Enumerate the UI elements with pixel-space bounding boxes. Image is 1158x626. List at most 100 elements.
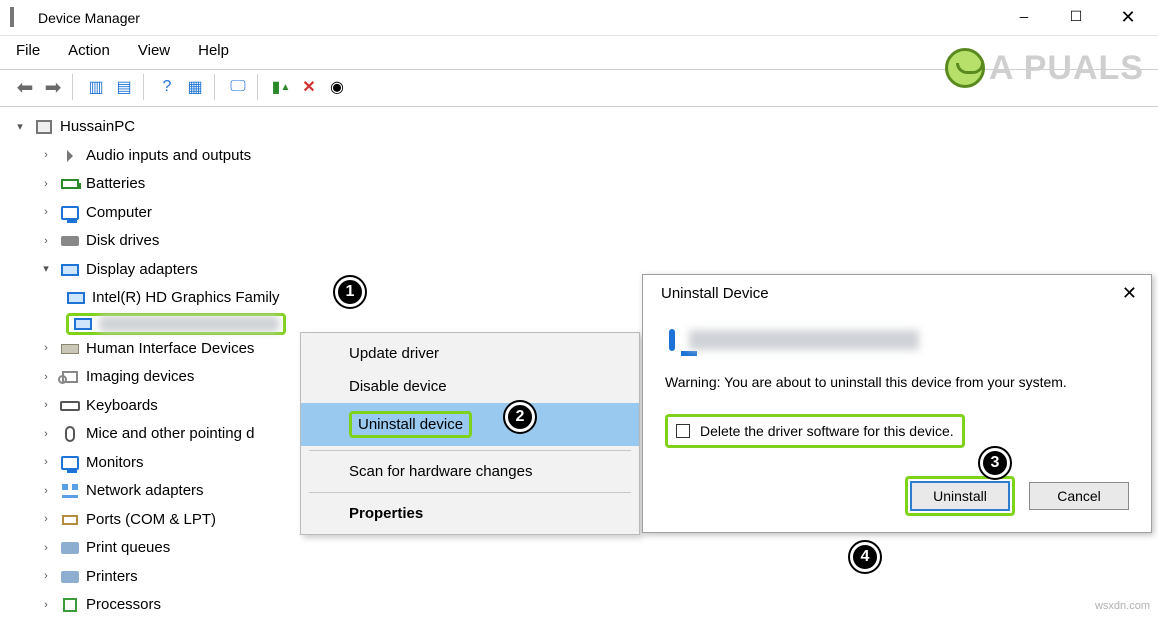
tree-label: Display adapters [86, 256, 198, 285]
chevron-right-icon[interactable]: › [38, 145, 54, 166]
redacted-device-name [689, 330, 919, 350]
nav-forward-button[interactable]: ➡ [40, 74, 66, 100]
ctx-uninstall-device[interactable]: Uninstall device [301, 403, 639, 446]
chevron-right-icon[interactable]: › [38, 566, 54, 587]
chevron-right-icon[interactable]: › [38, 481, 54, 502]
tree-item-print-queues[interactable]: › Print queues [4, 534, 1154, 563]
chevron-right-icon[interactable]: › [38, 367, 54, 388]
watermark-brand-text: A PUALS [989, 49, 1144, 88]
cancel-button[interactable]: Cancel [1029, 482, 1129, 510]
titlebar: Device Manager — ☐ ✕ [0, 0, 1158, 36]
menu-action[interactable]: Action [68, 42, 110, 59]
uninstall-device-button[interactable]: ✕ [296, 74, 322, 100]
tree-item-audio[interactable]: › Audio inputs and outputs [4, 142, 1154, 171]
window-title: Device Manager [38, 10, 998, 26]
tree-item-printers[interactable]: › Printers [4, 563, 1154, 592]
properties-pane-button[interactable]: ▤ [111, 74, 137, 100]
tree-item-computer[interactable]: › Computer [4, 199, 1154, 228]
camera-icon [60, 369, 80, 385]
dialog-titlebar: Uninstall Device ✕ [643, 275, 1151, 310]
ctx-properties[interactable]: Properties [301, 497, 639, 530]
chevron-right-icon[interactable]: › [38, 174, 54, 195]
chevron-right-icon[interactable]: › [38, 424, 54, 445]
tree-label: Printers [86, 563, 138, 592]
mouse-icon [60, 426, 80, 442]
battery-icon [60, 176, 80, 192]
port-icon [60, 512, 80, 528]
chevron-down-icon[interactable]: ▾ [38, 259, 54, 280]
menu-file[interactable]: File [16, 42, 40, 59]
chevron-right-icon[interactable]: › [38, 452, 54, 473]
tree-root-label: HussainPC [60, 113, 135, 142]
menu-help[interactable]: Help [198, 42, 229, 59]
monitor-icon [60, 455, 80, 471]
context-menu: Update driver Disable device Uninstall d… [300, 332, 640, 535]
uninstall-button[interactable]: Uninstall [910, 481, 1010, 511]
display-adapter-icon [669, 332, 675, 348]
chevron-down-icon[interactable]: ▾ [12, 117, 28, 138]
menu-view[interactable]: View [138, 42, 170, 59]
dialog-close-button[interactable]: ✕ [1122, 283, 1137, 304]
chevron-right-icon[interactable]: › [38, 538, 54, 559]
delete-driver-checkbox-row[interactable]: Delete the driver software for this devi… [665, 414, 965, 448]
nav-back-button[interactable]: ⬅ [12, 74, 38, 100]
tree-label: Batteries [86, 170, 145, 199]
refresh-button[interactable]: ▦ [182, 74, 208, 100]
network-icon [60, 483, 80, 499]
tree-label: Audio inputs and outputs [86, 142, 251, 171]
annotation-badge-1: 1 [335, 277, 365, 307]
tree-label: Print queues [86, 534, 170, 563]
speaker-icon [60, 148, 80, 164]
hdd-icon [60, 233, 80, 249]
tree-label: Network adapters [86, 477, 204, 506]
chevron-right-icon[interactable]: › [38, 395, 54, 416]
show-hide-console-tree-button[interactable]: ▥ [83, 74, 109, 100]
tree-label: Imaging devices [86, 363, 194, 392]
window-controls: — ☐ ✕ [998, 0, 1154, 36]
help-button[interactable]: ? [154, 74, 180, 100]
tree-label: Intel(R) HD Graphics Family [92, 284, 280, 313]
uninstall-button-wrap: Uninstall [905, 476, 1015, 516]
dialog-title: Uninstall Device [661, 285, 769, 302]
annotation-badge-4: 4 [850, 542, 880, 572]
annotation-badge-3: 3 [980, 448, 1010, 478]
display-adapter-icon [60, 262, 80, 278]
annotation-badge-2: 2 [505, 402, 535, 432]
tree-item-disk[interactable]: › Disk drives [4, 227, 1154, 256]
watermark-source: wsxdn.com [1095, 600, 1150, 612]
update-driver-button[interactable]: 🖵 [225, 74, 251, 100]
ctx-disable-device[interactable]: Disable device [301, 370, 639, 403]
computer-icon [34, 119, 54, 135]
tree-root[interactable]: ▾ HussainPC [4, 113, 1154, 142]
chevron-right-icon[interactable]: › [38, 509, 54, 530]
delete-driver-label: Delete the driver software for this devi… [700, 423, 954, 439]
ctx-separator [309, 492, 631, 493]
ctx-update-driver[interactable]: Update driver [301, 337, 639, 370]
uninstall-device-dialog: Uninstall Device ✕ Warning: You are abou… [642, 274, 1152, 533]
hid-icon [60, 341, 80, 357]
redacted-device-name [99, 316, 279, 332]
tree-label: Mice and other pointing d [86, 420, 254, 449]
printer-icon [60, 569, 80, 585]
chevron-right-icon[interactable]: › [38, 338, 54, 359]
maximize-button[interactable]: ☐ [1050, 0, 1102, 36]
ctx-uninstall-label: Uninstall device [349, 411, 472, 438]
scan-hardware-button[interactable]: ◉ [324, 74, 350, 100]
close-button[interactable]: ✕ [1102, 0, 1154, 36]
tree-label: Ports (COM & LPT) [86, 506, 216, 535]
tree-item-batteries[interactable]: › Batteries [4, 170, 1154, 199]
ctx-scan-hardware[interactable]: Scan for hardware changes [301, 455, 639, 488]
cpu-icon [60, 597, 80, 613]
display-adapter-icon [73, 316, 93, 332]
tree-label: Keyboards [86, 392, 158, 421]
enable-device-button[interactable]: ▮▲ [268, 74, 294, 100]
device-manager-icon [10, 9, 28, 27]
tree-item-processors[interactable]: › Processors [4, 591, 1154, 620]
delete-driver-checkbox[interactable] [676, 424, 690, 438]
chevron-right-icon[interactable]: › [38, 231, 54, 252]
chevron-right-icon[interactable]: › [38, 595, 54, 616]
keyboard-icon [60, 398, 80, 414]
minimize-button[interactable]: — [998, 0, 1050, 36]
chevron-right-icon[interactable]: › [38, 202, 54, 223]
tree-label: Disk drives [86, 227, 159, 256]
